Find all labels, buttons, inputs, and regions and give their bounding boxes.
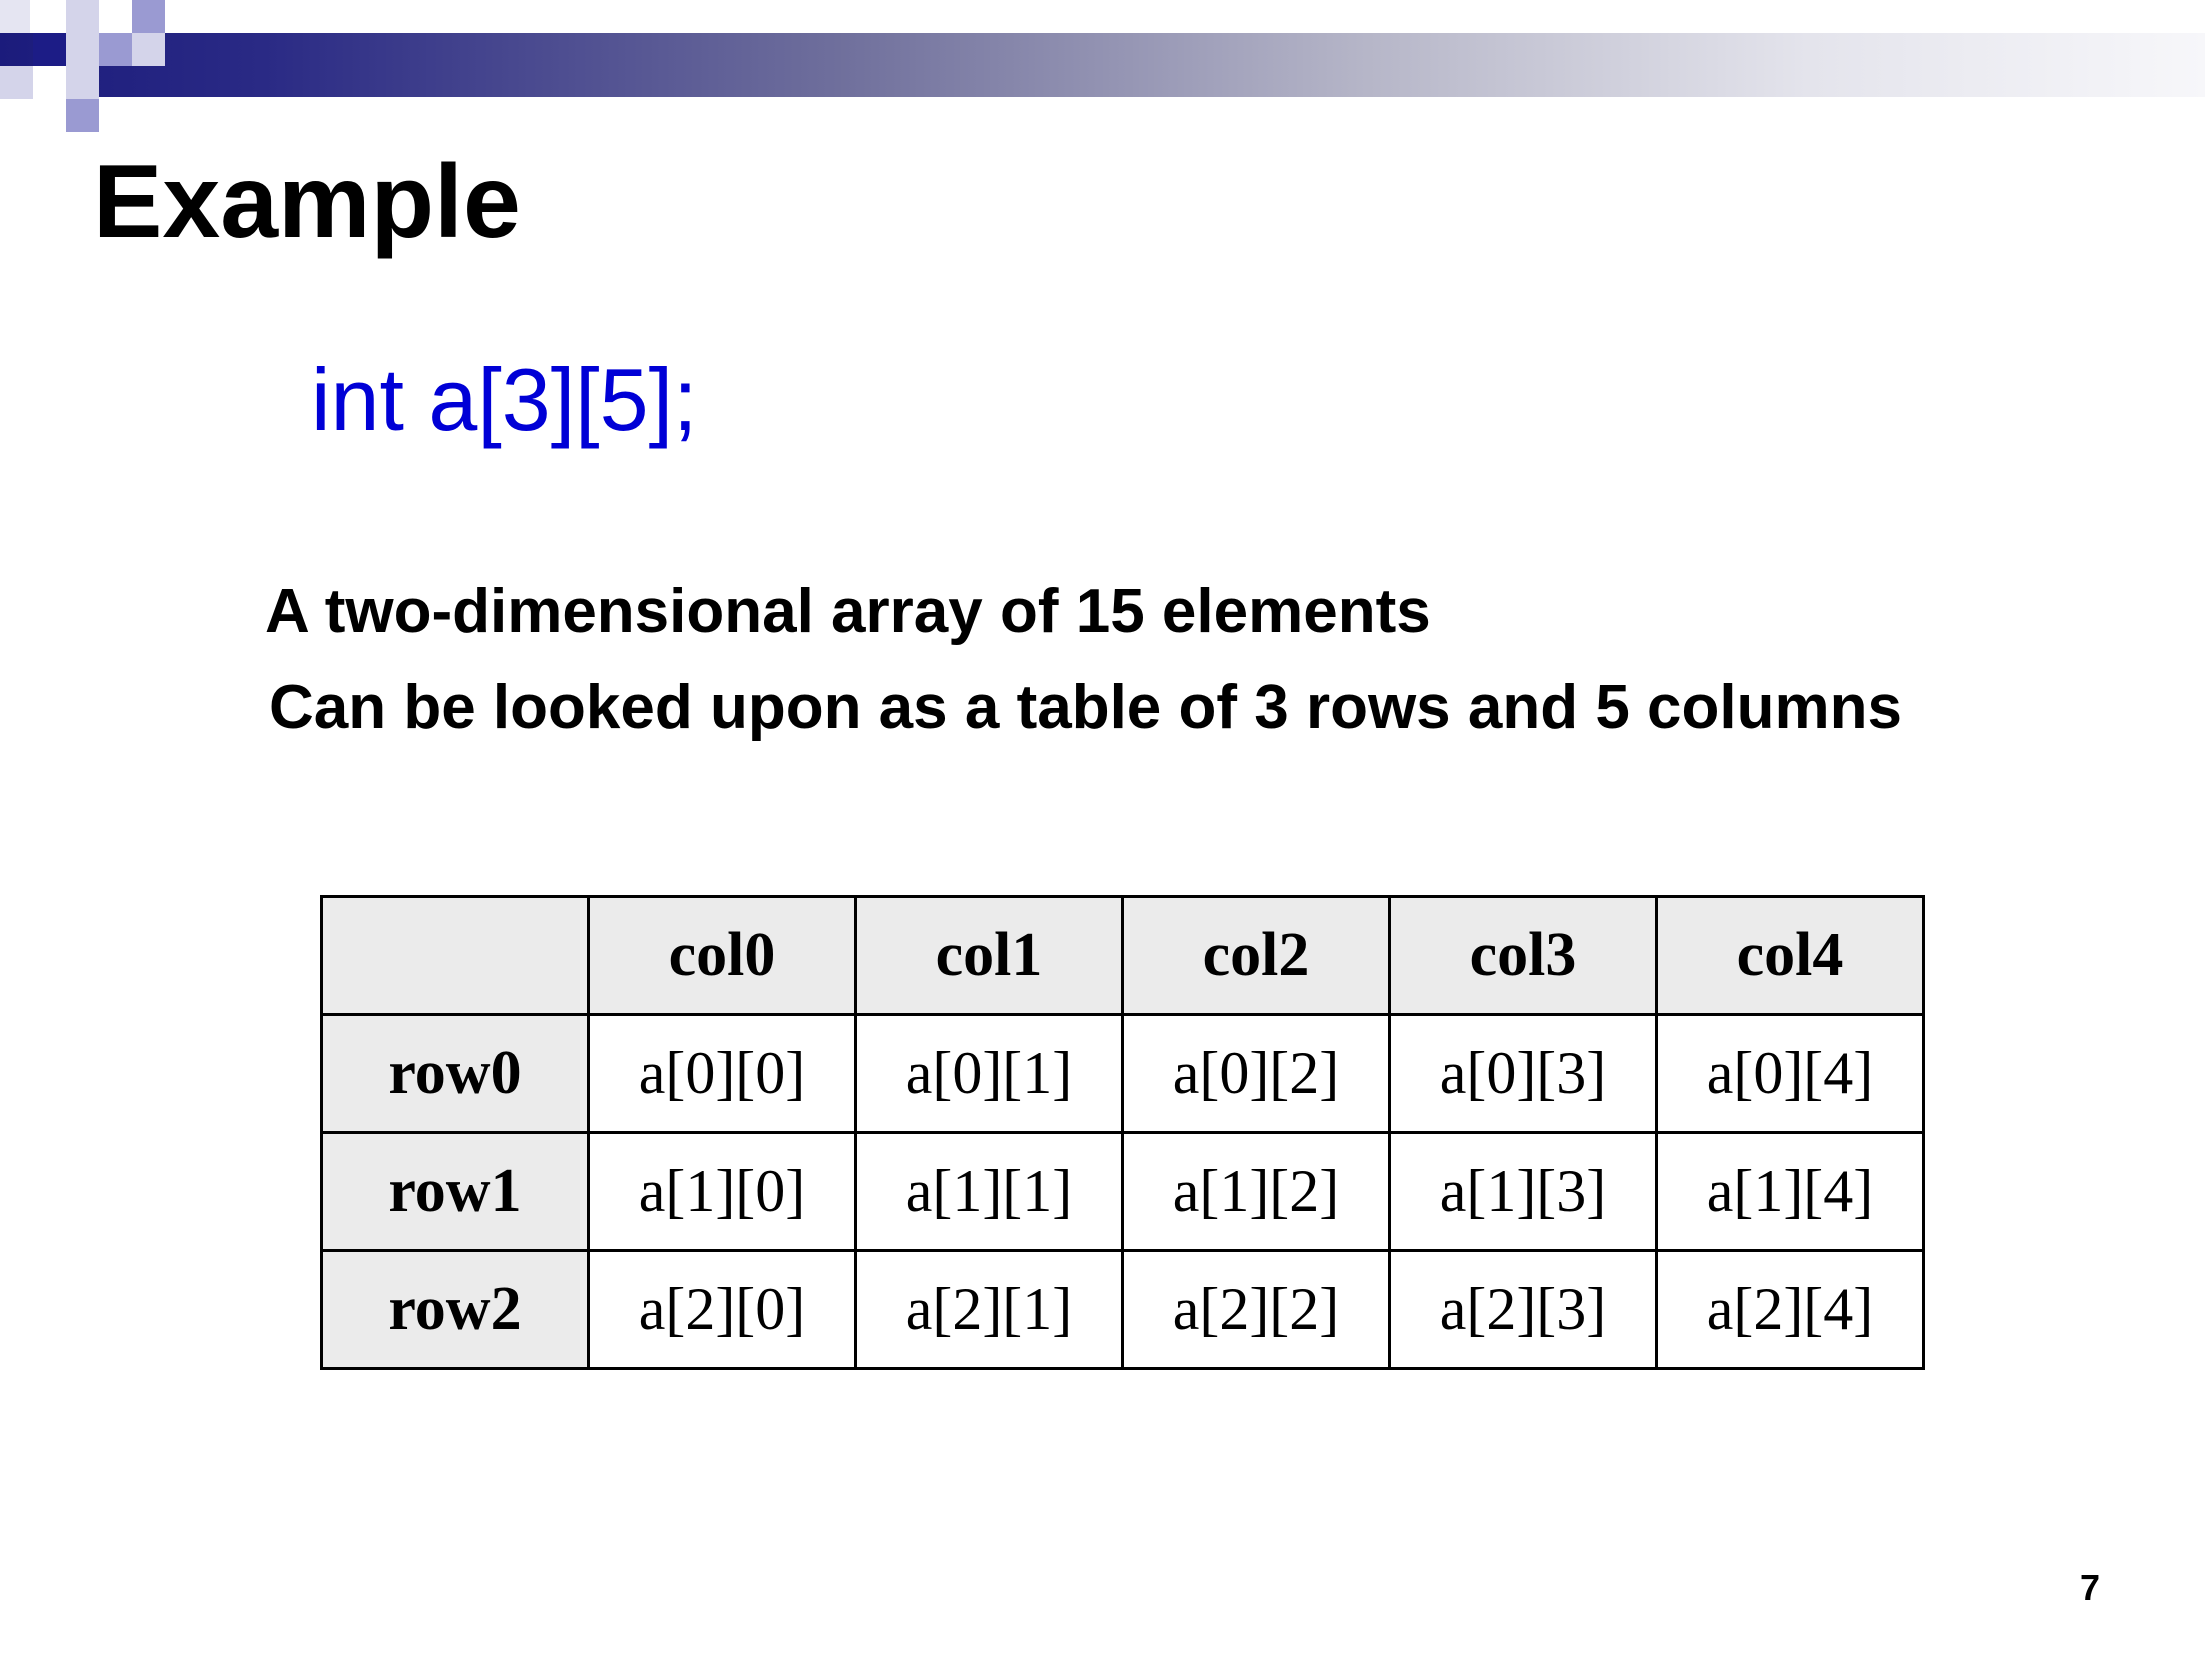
table-cell: a[2][2]: [1121, 1249, 1391, 1370]
table-cell: a[1][3]: [1388, 1131, 1658, 1252]
row-header: row1: [320, 1131, 590, 1252]
table-cell: a[0][4]: [1655, 1013, 1925, 1134]
decorative-square-light-5: [0, 66, 33, 99]
table-cell: a[0][2]: [1121, 1013, 1391, 1134]
table-cell: a[0][0]: [587, 1013, 857, 1134]
table-cell: a[2][4]: [1655, 1249, 1925, 1370]
table-cell: a[1][1]: [854, 1131, 1124, 1252]
decorative-square-dark-1: [33, 33, 66, 66]
decorative-square-mid-2: [99, 33, 132, 66]
table-cell: a[1][2]: [1121, 1131, 1391, 1252]
table-cell: a[2][1]: [854, 1249, 1124, 1370]
decorative-square-light-2: [66, 0, 99, 33]
table-cell: a[0][1]: [854, 1013, 1124, 1134]
decorative-square-light-3: [66, 33, 99, 66]
description-line-1: A two-dimensional array of 15 elements: [265, 577, 1431, 646]
column-header: col3: [1388, 895, 1658, 1016]
table-cell: a[1][4]: [1655, 1131, 1925, 1252]
decorative-square-light-1: [0, 0, 30, 33]
column-header: col4: [1655, 895, 1925, 1016]
table-cell: a[0][3]: [1388, 1013, 1658, 1134]
slide-title: Example: [93, 144, 521, 260]
table-row: row1 a[1][0] a[1][1] a[1][2] a[1][3] a[1…: [320, 1131, 1925, 1252]
table-cell: a[2][3]: [1388, 1249, 1658, 1370]
table-row: row2 a[2][0] a[2][1] a[2][2] a[2][3] a[2…: [320, 1249, 1925, 1370]
decorative-square-light-6: [66, 66, 99, 99]
description-line-2: Can be looked upon as a table of 3 rows …: [269, 673, 1902, 742]
table-cell: a[1][0]: [587, 1131, 857, 1252]
decorative-square-mid-3: [66, 99, 99, 132]
code-declaration: int a[3][5];: [311, 350, 698, 449]
row-header: row0: [320, 1013, 590, 1134]
column-header: col0: [587, 895, 857, 1016]
table-corner-cell: [320, 895, 590, 1016]
table-row: row0 a[0][0] a[0][1] a[0][2] a[0][3] a[0…: [320, 1013, 1925, 1134]
column-header: col2: [1121, 895, 1391, 1016]
array-table: col0 col1 col2 col3 col4 row0 a[0][0] a[…: [320, 895, 1925, 1370]
header-gradient-band: [0, 33, 2205, 97]
row-header: row2: [320, 1249, 590, 1370]
decorative-square-light-4: [132, 33, 165, 66]
column-header: col1: [854, 895, 1124, 1016]
table-header-row: col0 col1 col2 col3 col4: [320, 895, 1925, 1016]
decorative-square-white-2: [33, 66, 66, 99]
table-cell: a[2][0]: [587, 1249, 857, 1370]
decorative-square-mid-1: [132, 0, 165, 33]
page-number: 7: [2079, 1567, 2100, 1608]
